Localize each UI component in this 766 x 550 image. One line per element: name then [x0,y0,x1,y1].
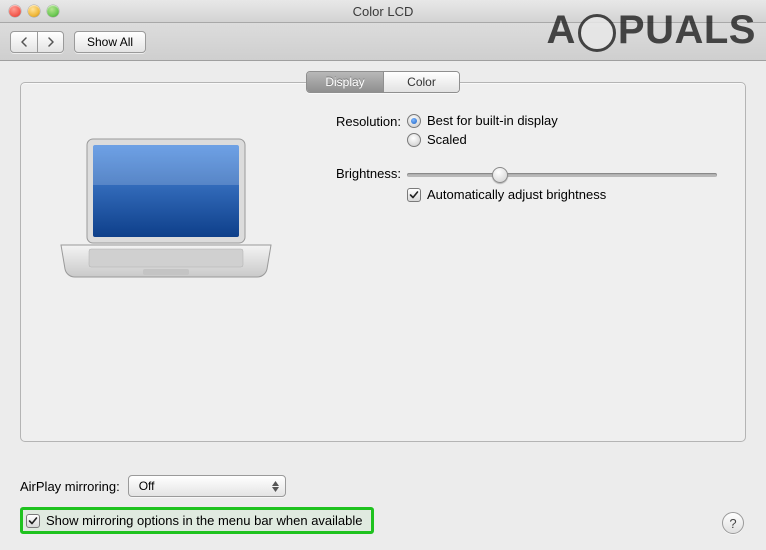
chevron-right-icon [47,37,55,47]
show-all-button[interactable]: Show All [74,31,146,53]
help-icon: ? [729,516,736,531]
titlebar: Color LCD [0,0,766,23]
back-button[interactable] [11,32,37,52]
help-button[interactable]: ? [722,512,744,534]
toolbar: Show All [0,23,766,61]
brightness-slider[interactable] [407,173,717,177]
window-controls [0,5,59,17]
zoom-window-button[interactable] [47,5,59,17]
forward-button[interactable] [37,32,63,52]
auto-brightness-label: Automatically adjust brightness [427,187,606,202]
slider-thumb[interactable] [492,167,508,183]
tab-display[interactable]: Display [307,72,383,92]
display-preview [49,113,283,293]
show-mirroring-checkbox[interactable]: Show mirroring options in the menu bar w… [26,513,363,528]
window-title: Color LCD [0,4,766,19]
bottom-controls: AirPlay mirroring: Off Show mirroring op… [20,475,746,534]
resolution-best-label: Best for built-in display [427,113,558,128]
checkbox-icon [407,188,421,202]
airplay-label: AirPlay mirroring: [20,479,120,494]
brightness-label: Brightness: [319,165,407,181]
close-window-button[interactable] [9,5,21,17]
radio-icon [407,133,421,147]
resolution-scaled-option[interactable]: Scaled [407,132,717,147]
resolution-scaled-label: Scaled [427,132,467,147]
radio-icon [407,114,421,128]
resolution-best-option[interactable]: Best for built-in display [407,113,717,128]
auto-brightness-checkbox[interactable]: Automatically adjust brightness [407,187,717,202]
tab-color[interactable]: Color [383,72,459,92]
airplay-selected: Off [139,479,155,493]
nav-back-forward [10,31,64,53]
preferences-panel: Display Color [20,82,746,442]
show-mirroring-label: Show mirroring options in the menu bar w… [46,513,363,528]
display-settings: Resolution: Best for built-in display Sc… [319,113,717,293]
checkbox-icon [26,514,40,528]
resolution-label: Resolution: [319,113,407,129]
chevron-left-icon [20,37,28,47]
minimize-window-button[interactable] [28,5,40,17]
airplay-mirroring-popup[interactable]: Off [128,475,286,497]
tab-group: Display Color [306,71,460,93]
macbook-icon [51,133,281,293]
mirroring-checkbox-highlight: Show mirroring options in the menu bar w… [20,507,374,534]
stepper-arrows-icon [272,481,279,492]
